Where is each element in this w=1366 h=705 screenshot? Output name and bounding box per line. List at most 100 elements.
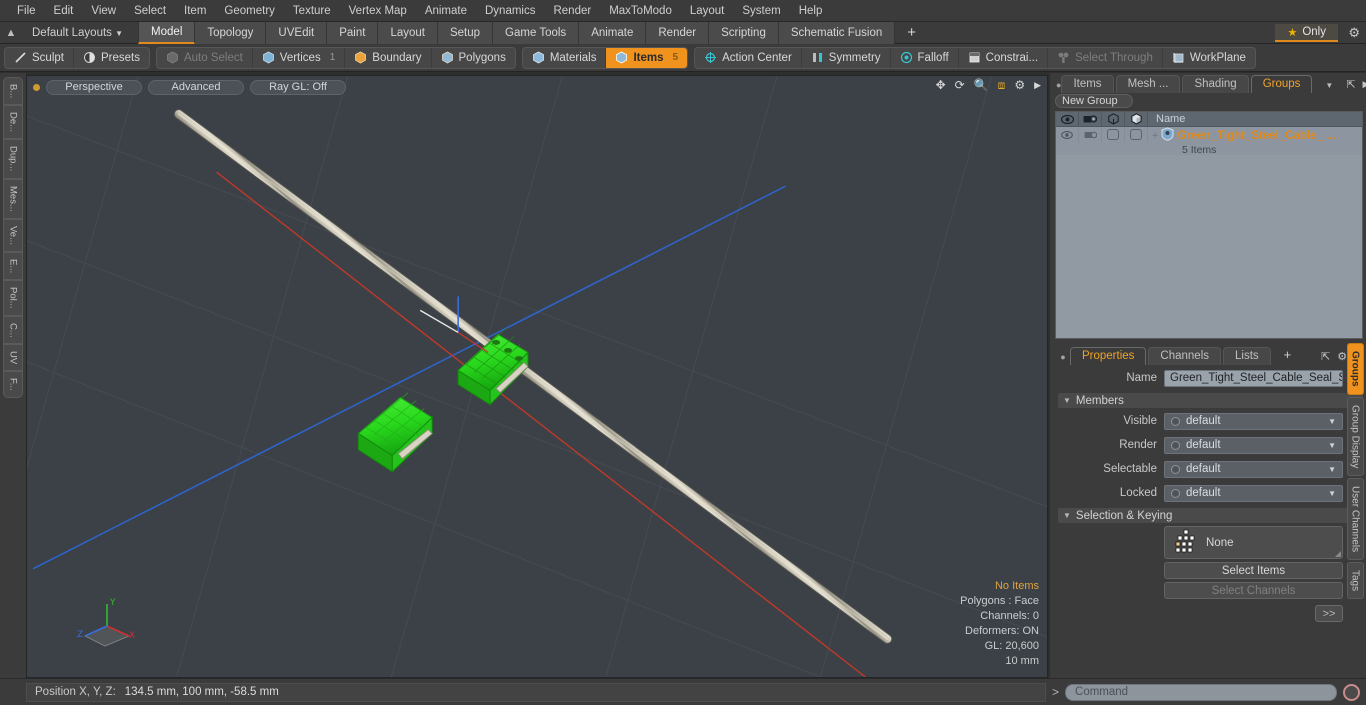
expand-icon[interactable]: ⇱: [1346, 78, 1355, 91]
viewport-shading-mode[interactable]: Advanced: [148, 79, 244, 95]
workplane-button[interactable]: WorkPlane: [1163, 48, 1255, 68]
menu-item-item[interactable]: Item: [175, 3, 215, 19]
select-channels-button[interactable]: Select Channels: [1164, 582, 1343, 599]
tab-properties[interactable]: Properties: [1070, 347, 1147, 365]
left-tab-edge[interactable]: E...: [3, 251, 23, 280]
menu-item-dynamics[interactable]: Dynamics: [476, 3, 544, 19]
tab-items[interactable]: Items: [1061, 75, 1114, 93]
select-through-button[interactable]: Select Through: [1048, 47, 1163, 68]
row-render-checkbox[interactable]: [1125, 127, 1148, 142]
name-field[interactable]: Green_Tight_Steel_Cable_Seal_St: [1164, 369, 1343, 387]
menu-item-system[interactable]: System: [733, 3, 789, 19]
action-center-button[interactable]: Action Center: [695, 47, 802, 68]
row-render-camera-icon[interactable]: [1079, 127, 1102, 142]
menu-item-maxtomodo[interactable]: MaxToModo: [600, 3, 681, 19]
boundary-button[interactable]: Boundary: [345, 47, 432, 68]
render-dropdown[interactable]: default ▼: [1164, 436, 1343, 454]
menu-item-texture[interactable]: Texture: [284, 3, 340, 19]
vertices-button[interactable]: Vertices 1: [253, 47, 346, 68]
symmetry-button[interactable]: Symmetry: [802, 47, 891, 68]
right-tab-tags[interactable]: Tags: [1346, 562, 1364, 600]
menu-item-animate[interactable]: Animate: [416, 3, 476, 19]
right-tab-user-channels[interactable]: User Channels: [1346, 477, 1364, 561]
play-arrow-icon[interactable]: ▶: [1363, 79, 1366, 90]
menu-item-edit[interactable]: Edit: [45, 3, 83, 19]
selection-set-field[interactable]: None: [1164, 526, 1343, 559]
sculpt-button[interactable]: Sculpt: [5, 47, 74, 68]
viewport-raygl-toggle[interactable]: Ray GL: Off: [250, 79, 346, 95]
zoom-icon[interactable]: 🔍: [974, 79, 989, 91]
properties-menu-dot[interactable]: ●: [1056, 352, 1070, 365]
select-items-button[interactable]: Select Items: [1164, 562, 1343, 579]
tab-uvedit[interactable]: UVEdit: [266, 21, 328, 44]
materials-button[interactable]: Materials: [523, 47, 607, 68]
expand-toggle[interactable]: +: [1152, 130, 1158, 142]
tab-layout[interactable]: Layout: [378, 21, 438, 44]
eye-icon[interactable]: [1056, 111, 1079, 127]
left-tab-basic[interactable]: B...: [3, 77, 23, 106]
visible-dropdown[interactable]: default ▼: [1164, 412, 1343, 430]
left-tab-curve[interactable]: C...: [3, 315, 23, 345]
menu-item-help[interactable]: Help: [790, 3, 832, 19]
left-tab-deform[interactable]: De...: [3, 105, 23, 140]
tab-scripting[interactable]: Scripting: [709, 21, 779, 44]
viewport-menu-dot[interactable]: [33, 83, 40, 91]
record-icon[interactable]: [1343, 683, 1360, 701]
tab-animate[interactable]: Animate: [579, 21, 647, 44]
add-properties-tab-button[interactable]: +: [1273, 345, 1303, 365]
tab-shading[interactable]: Shading: [1182, 75, 1249, 93]
selectable-dropdown[interactable]: default ▼: [1164, 460, 1343, 478]
render-camera-icon[interactable]: [1079, 111, 1102, 127]
constraint-button[interactable]: Constrai...: [959, 47, 1049, 68]
new-group-button[interactable]: New Group: [1055, 94, 1133, 108]
polygons-button[interactable]: Polygons: [432, 48, 515, 68]
tab-lists[interactable]: Lists: [1223, 347, 1271, 365]
tab-game-tools[interactable]: Game Tools: [493, 21, 580, 44]
left-tab-mesh[interactable]: Mes...: [3, 178, 23, 219]
rotate-icon[interactable]: ⟳: [955, 79, 965, 91]
expand-icon[interactable]: ⇱: [1321, 350, 1330, 363]
selectable-radio-icon[interactable]: [1171, 464, 1180, 474]
only-toggle[interactable]: ★ Only: [1275, 24, 1338, 42]
tab-render[interactable]: Render: [646, 21, 710, 44]
viewport-view-mode[interactable]: Perspective: [46, 79, 142, 95]
home-icon[interactable]: ▲: [0, 27, 22, 39]
left-tab-uv[interactable]: UV: [3, 344, 23, 372]
menu-item-layout[interactable]: Layout: [681, 3, 734, 19]
command-input[interactable]: Command: [1065, 683, 1337, 701]
gear-icon[interactable]: ⚙: [1014, 79, 1025, 91]
fit-icon[interactable]: ⧈: [998, 79, 1006, 91]
visible-radio-icon[interactable]: [1171, 416, 1180, 426]
tab-paint[interactable]: Paint: [327, 21, 379, 44]
locked-radio-icon[interactable]: [1171, 488, 1180, 498]
row-visible-checkbox[interactable]: [1102, 127, 1125, 142]
right-tab-groups[interactable]: Groups: [1346, 343, 1364, 395]
menu-item-geometry[interactable]: Geometry: [215, 3, 284, 19]
left-tab-polygon[interactable]: Pol...: [3, 279, 23, 316]
cube-shaded-icon[interactable]: [1125, 111, 1148, 127]
expand-more-button[interactable]: >>: [1315, 605, 1343, 622]
add-tab-button[interactable]: +: [895, 22, 928, 44]
move-icon[interactable]: ✥: [936, 79, 946, 91]
left-tab-vertex[interactable]: Ve...: [3, 218, 23, 252]
falloff-button[interactable]: Falloff: [891, 47, 959, 68]
cube-outline-icon[interactable]: [1102, 111, 1125, 127]
selection-keying-section-header[interactable]: ▼ Selection & Keying: [1058, 508, 1363, 523]
gear-icon[interactable]: ⚙: [1348, 25, 1360, 41]
left-tab-duplicate[interactable]: Dup...: [3, 139, 23, 179]
items-button[interactable]: Items 5: [606, 47, 688, 68]
layout-selector[interactable]: Default Layouts ▼: [22, 27, 133, 39]
tab-topology[interactable]: Topology: [195, 21, 267, 44]
tab-model[interactable]: Model: [138, 21, 196, 44]
menu-item-vertex-map[interactable]: Vertex Map: [340, 3, 416, 19]
render-radio-icon[interactable]: [1171, 440, 1180, 450]
presets-button[interactable]: Presets: [74, 48, 149, 68]
table-row[interactable]: + Green_Tight_Steel_Cable_ ... 5 Items: [1056, 127, 1362, 156]
auto-select-button[interactable]: Auto Select: [157, 47, 253, 68]
locked-dropdown[interactable]: default ▼: [1164, 484, 1343, 502]
tab-schematic-fusion[interactable]: Schematic Fusion: [778, 21, 896, 44]
members-section-header[interactable]: ▼ Members: [1058, 393, 1363, 408]
tab-mesh[interactable]: Mesh ...: [1115, 75, 1181, 93]
row-eye-icon[interactable]: [1056, 127, 1079, 142]
right-tab-group-display[interactable]: Group Display: [1346, 396, 1364, 476]
